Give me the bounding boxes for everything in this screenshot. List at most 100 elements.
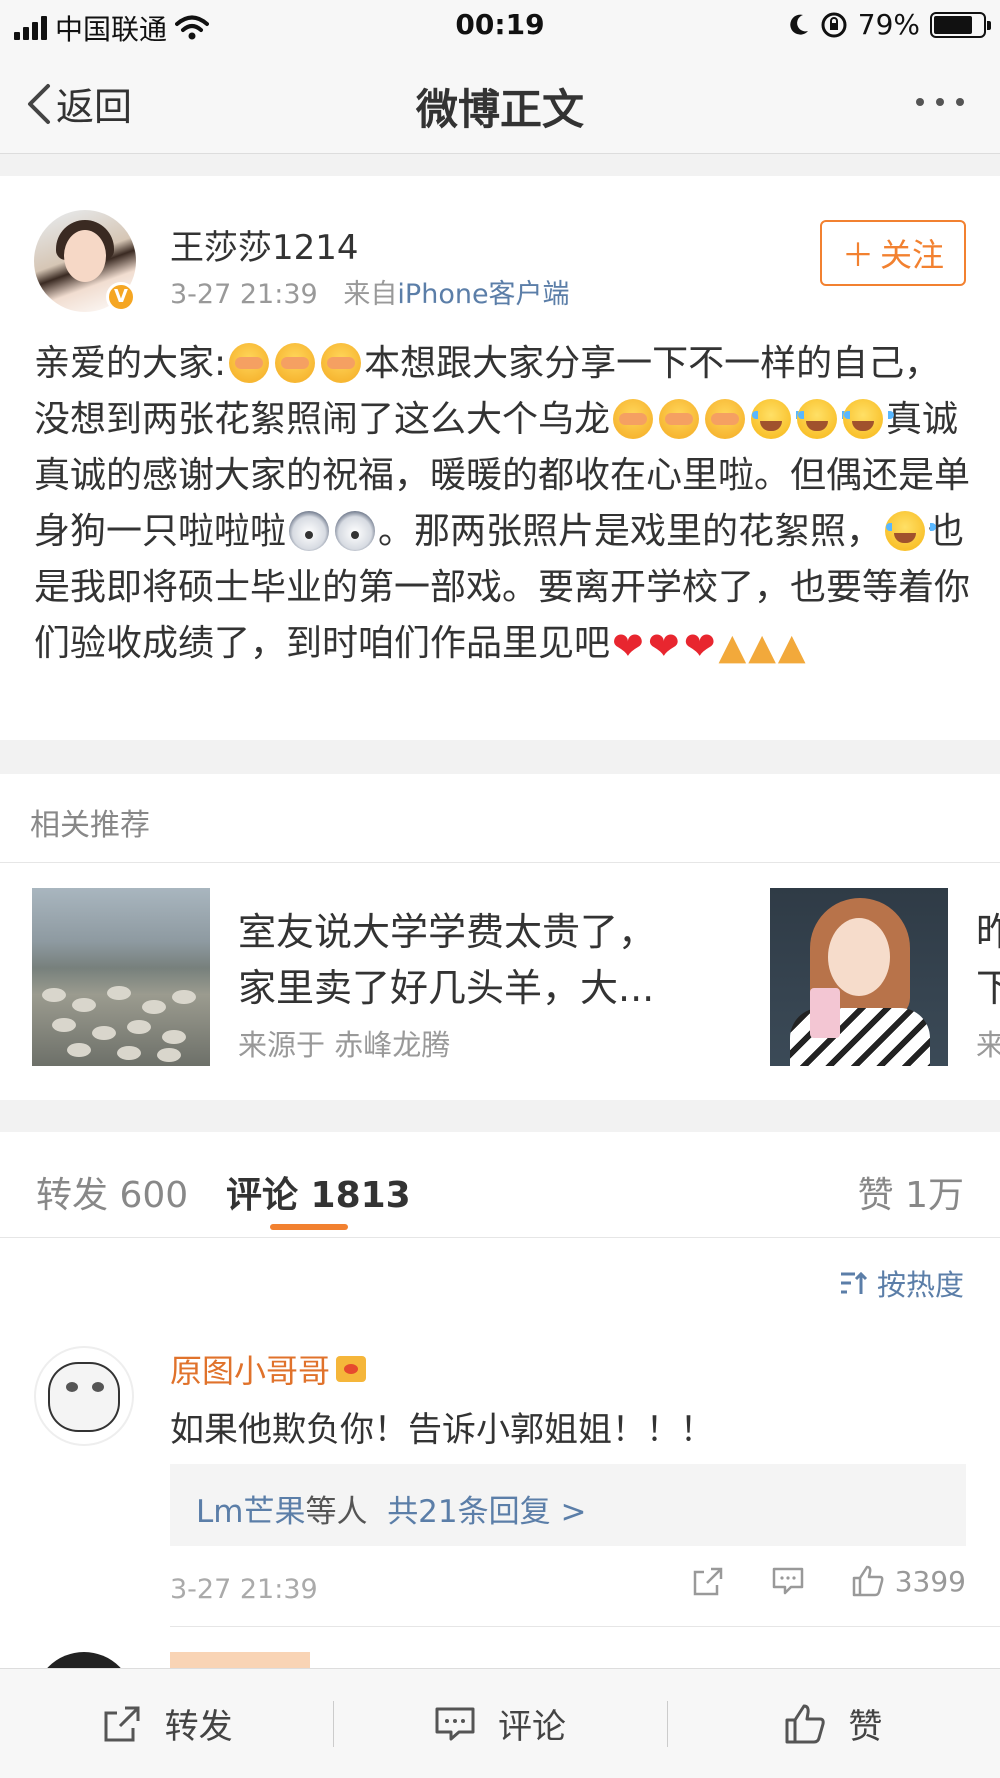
bottom-toolbar: 转发 评论 赞 [0, 1668, 1000, 1778]
shy-face-icon [613, 399, 654, 439]
comment-divider [170, 1626, 1000, 1627]
rotation-lock-icon [821, 12, 847, 37]
laugh-cry-icon [843, 399, 895, 439]
related-headline-clipped[interactable]: 昨 下 [976, 904, 1000, 1016]
sheep-shape [67, 1043, 91, 1057]
pray-hands-icon: ▲ [748, 627, 776, 668]
reply-mid: 等人 [305, 1494, 368, 1530]
more-button[interactable] [916, 98, 964, 106]
like-label: 赞 [848, 1707, 883, 1747]
sheep-shape [117, 1046, 141, 1060]
sheep-shape [72, 998, 96, 1012]
tab-comments[interactable]: 评论 1813 [226, 1166, 411, 1218]
sheep-shape [142, 1000, 166, 1014]
battery-fill [934, 15, 972, 34]
post-text-segment: 。那两张照片是戏里的花絮照， [378, 511, 883, 552]
tab-repost[interactable]: 转发 600 [36, 1166, 188, 1218]
next-commenter-avatar[interactable] [34, 1652, 134, 1668]
thumbs-up-icon [852, 1565, 884, 1597]
source-prefix: 来自 [343, 279, 398, 310]
sort-icon [840, 1271, 868, 1294]
repost-button[interactable]: 转发 [0, 1669, 333, 1778]
sheep-shape [107, 986, 131, 1000]
comment-text: 如果他欺负你！告诉小郭姐姐！！！ [170, 1410, 714, 1450]
page-title: 微博正文 [415, 85, 584, 134]
like-count: 3399 [894, 1564, 966, 1598]
reply-user[interactable]: Lm芒果 [196, 1494, 305, 1530]
like-button[interactable]: 赞 [666, 1669, 1000, 1778]
more-dot [956, 98, 964, 106]
status-right: 79% [788, 8, 991, 41]
sheep-shape [127, 1020, 151, 1034]
battery-percent: 79% [857, 8, 920, 41]
related-source: 来源于 赤峰龙腾 [238, 1028, 451, 1062]
more-dot [936, 98, 944, 106]
related-headline-line: 昨 [976, 910, 1000, 954]
cartoon-eye [66, 1382, 78, 1392]
follow-button[interactable]: ＋ 关注 [820, 220, 966, 286]
author-name[interactable]: 王莎莎1214 [170, 220, 359, 269]
post-meta: 3-27 21:39 来自iPhone客户端 [170, 272, 570, 311]
moon-icon [790, 14, 808, 35]
post-body: 亲爱的大家: 本想跟大家分享一下不一样的自己，没想到两张花絮照闹了这么大个乌龙 真诚… [34, 336, 974, 676]
comment-icon [435, 1707, 475, 1740]
laugh-cry-icon [797, 399, 849, 439]
share-icon [693, 1567, 722, 1596]
comment-label: 评论 [497, 1707, 566, 1747]
thumbs-up-icon [785, 1704, 825, 1743]
related-headline[interactable]: 室友说大学学费太贵了， 家里卖了好几头羊，大... [238, 904, 678, 1016]
avatar-face [64, 230, 106, 282]
interaction-tabs: 转发 600 评论 1813 赞 1万 [0, 1132, 1000, 1238]
status-bar: 中国联通 00:19 79% [0, 0, 1000, 50]
verified-badge-icon: V [106, 282, 136, 312]
shy-face-icon [659, 399, 700, 439]
related-thumbnail-woman[interactable] [770, 888, 948, 1066]
battery-icon [930, 11, 991, 38]
divider [0, 862, 1000, 863]
comment-reply-button[interactable] [771, 1565, 805, 1597]
comment-time: 3-27 21:39 [170, 1574, 318, 1605]
shy-face-icon [229, 343, 270, 383]
sheep-shape [157, 1048, 181, 1062]
comment-list: 按热度 原图小哥哥 如果他欺负你！告诉小郭姐姐！！！ Lm芒果等人 共21条回复… [0, 1238, 1000, 1668]
cup-shape [810, 988, 840, 1038]
comment-actions: 3399 [691, 1564, 966, 1598]
plus-icon: ＋ [841, 236, 874, 274]
comment-button[interactable]: 评论 [333, 1669, 666, 1778]
post-source[interactable]: iPhone客户端 [397, 279, 569, 310]
shy-face-icon [321, 343, 362, 383]
related-thumbnail-sheep[interactable] [32, 888, 210, 1066]
husky-dog-icon [335, 511, 376, 551]
heart-icon: ❤ [612, 624, 644, 668]
tab-likes[interactable]: 赞 1万 [858, 1166, 964, 1218]
comment-share-button[interactable] [691, 1565, 725, 1597]
next-commenter-name-clipped[interactable] [170, 1652, 310, 1668]
more-dot [916, 98, 924, 106]
replies-preview[interactable]: Lm芒果等人 共21条回复 > [170, 1464, 966, 1546]
view-replies-link[interactable]: 共21条回复 > [387, 1494, 586, 1530]
commenter-name-text: 原图小哥哥 [170, 1352, 331, 1390]
pray-hands-icon: ▲ [777, 627, 806, 668]
share-icon [104, 1706, 140, 1741]
comment-icon [772, 1567, 803, 1595]
follow-label: 关注 [880, 236, 945, 274]
pray-hands-icon: ▲ [718, 627, 747, 668]
sheep-shape [92, 1026, 116, 1040]
sheep-shape [172, 990, 196, 1004]
related-source-clipped: 来 [976, 1028, 1000, 1062]
post-time: 3-27 21:39 [170, 279, 318, 310]
related-headline-line: 下 [976, 966, 1000, 1010]
comment-like-button[interactable]: 3399 [851, 1564, 966, 1598]
commenter-name[interactable]: 原图小哥哥 [170, 1346, 367, 1392]
sort-button[interactable]: 按热度 [839, 1262, 964, 1304]
related-headline-line: 家里卖了好几头羊，大... [238, 966, 655, 1010]
shy-face-icon [275, 343, 316, 383]
shy-face-icon [705, 399, 746, 439]
heart-icon: ❤ [683, 624, 716, 668]
related-headline-line: 室友说大学学费太贵了， [238, 910, 657, 954]
husky-dog-icon [289, 511, 330, 551]
related-section: 相关推荐 室友说大学学费太贵了， 家里卖了好几头羊，大... 来源于 赤峰龙腾 … [0, 774, 1000, 1100]
laugh-cry-icon [751, 399, 803, 439]
commenter-avatar[interactable] [34, 1346, 134, 1446]
sheep-shape [162, 1030, 186, 1044]
